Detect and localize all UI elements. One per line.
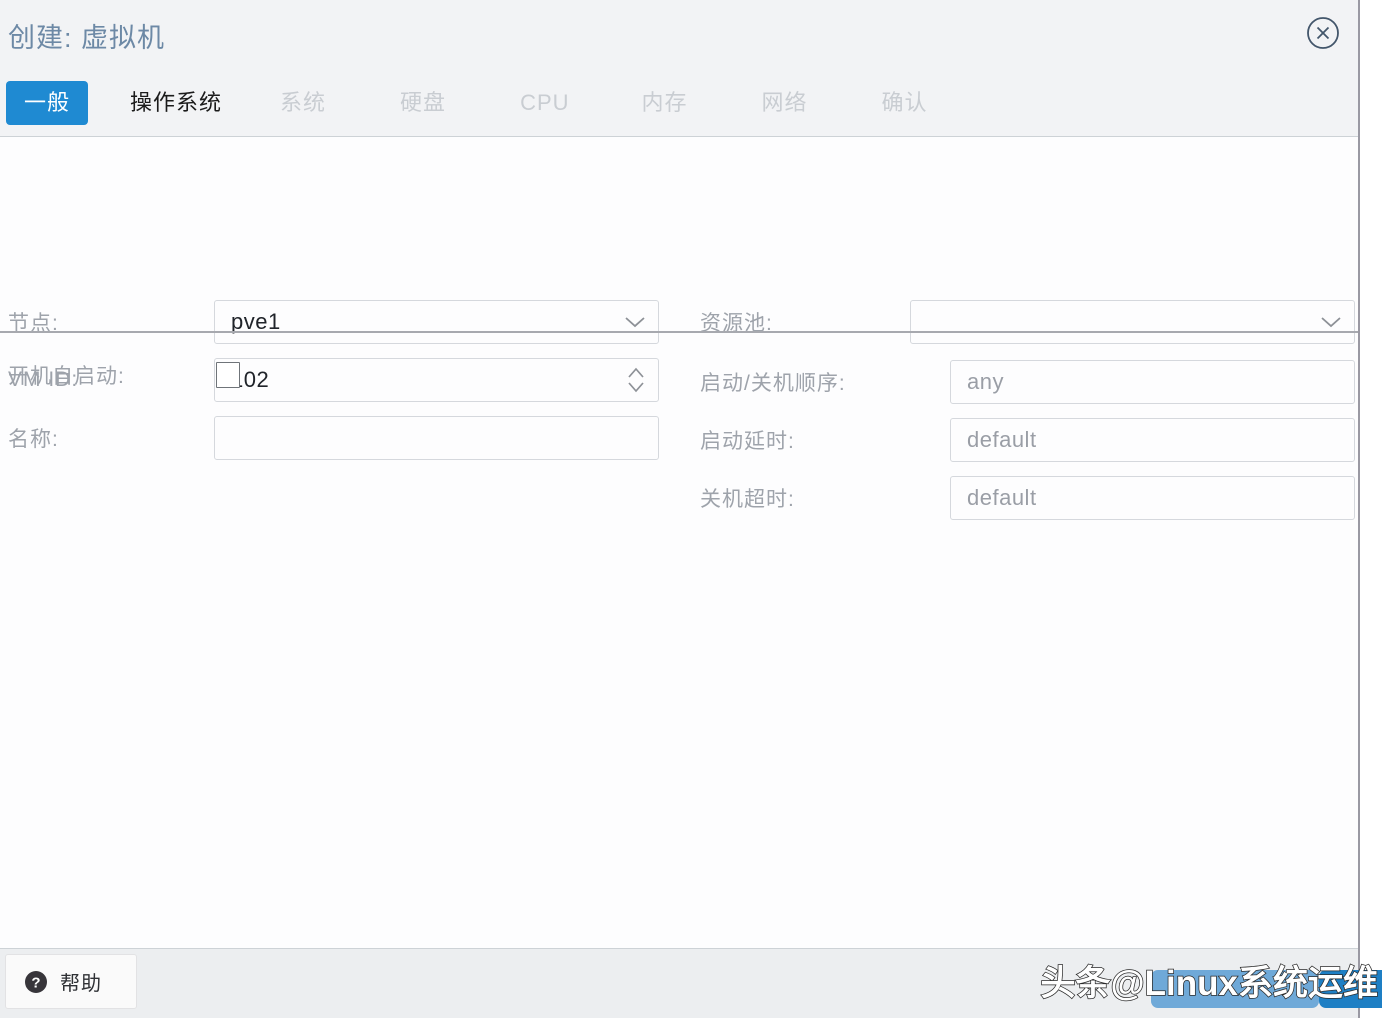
question-circle-icon: ? bbox=[24, 970, 48, 994]
start-order-value: any bbox=[967, 369, 1004, 394]
svg-text:?: ? bbox=[31, 974, 40, 991]
startup-delay-input[interactable]: default bbox=[950, 418, 1355, 462]
pool-dropdown[interactable] bbox=[910, 300, 1355, 344]
field-startup-delay-label: 启动延时: bbox=[700, 430, 795, 453]
node-dropdown[interactable]: pve1 bbox=[214, 300, 659, 344]
dialog-header: 创建: 虚拟机 一般 操作系统 系统 硬盘 CPU 内存 网络 确认 bbox=[0, 0, 1358, 137]
page-title: 创建: 虚拟机 bbox=[8, 23, 166, 53]
vmid-stepper[interactable]: 102 bbox=[214, 358, 659, 402]
field-start-at-boot: 开机自启动: bbox=[8, 360, 240, 390]
field-start-at-boot-label: 开机自启动: bbox=[8, 365, 125, 388]
start-order-input[interactable]: any bbox=[950, 360, 1355, 404]
chevron-down-icon bbox=[624, 315, 646, 329]
startup-delay-value: default bbox=[967, 427, 1037, 452]
help-button-label: 帮助 bbox=[60, 973, 102, 995]
start-at-boot-checkbox[interactable] bbox=[216, 362, 240, 388]
tab-operating-system[interactable]: 操作系统 bbox=[112, 81, 240, 125]
dialog-body: 节点: pve1 VM ID: 102 名称: 资源池: 开机自启动: 启动/关… bbox=[0, 137, 1358, 948]
close-icon[interactable] bbox=[1306, 16, 1340, 50]
field-name-label: 名称: bbox=[8, 428, 59, 451]
field-shutdown-timeout: 关机超时: default bbox=[700, 476, 1355, 520]
tab-confirm[interactable]: 确认 bbox=[864, 81, 946, 125]
tab-cpu[interactable]: CPU bbox=[502, 81, 587, 125]
field-start-order: 启动/关机顺序: any bbox=[700, 360, 1355, 404]
field-start-order-label: 启动/关机顺序: bbox=[700, 372, 846, 395]
tab-network[interactable]: 网络 bbox=[744, 81, 826, 125]
name-input[interactable] bbox=[214, 416, 659, 460]
tab-bar: 一般 操作系统 系统 硬盘 CPU 内存 网络 确认 bbox=[6, 81, 946, 125]
field-node: 节点: pve1 bbox=[8, 300, 659, 344]
shutdown-timeout-input[interactable]: default bbox=[950, 476, 1355, 520]
tab-memory[interactable]: 内存 bbox=[624, 81, 706, 125]
field-startup-delay: 启动延时: default bbox=[700, 418, 1355, 462]
help-button[interactable]: ? 帮助 bbox=[5, 954, 137, 1009]
spinner-arrows-icon[interactable] bbox=[626, 364, 646, 396]
field-shutdown-timeout-label: 关机超时: bbox=[700, 488, 795, 511]
tab-disks[interactable]: 硬盘 bbox=[382, 81, 464, 125]
chevron-down-icon bbox=[1320, 315, 1342, 329]
field-name: 名称: bbox=[8, 416, 659, 460]
tab-system[interactable]: 系统 bbox=[262, 81, 344, 125]
tab-general[interactable]: 一般 bbox=[6, 81, 89, 125]
section-divider bbox=[0, 331, 1358, 333]
shutdown-timeout-value: default bbox=[967, 485, 1037, 510]
field-pool: 资源池: bbox=[700, 300, 1355, 344]
create-vm-dialog: 创建: 虚拟机 一般 操作系统 系统 硬盘 CPU 内存 网络 确认 节点: p… bbox=[0, 0, 1360, 1018]
dialog-footer: ? 帮助 bbox=[0, 948, 1358, 1018]
